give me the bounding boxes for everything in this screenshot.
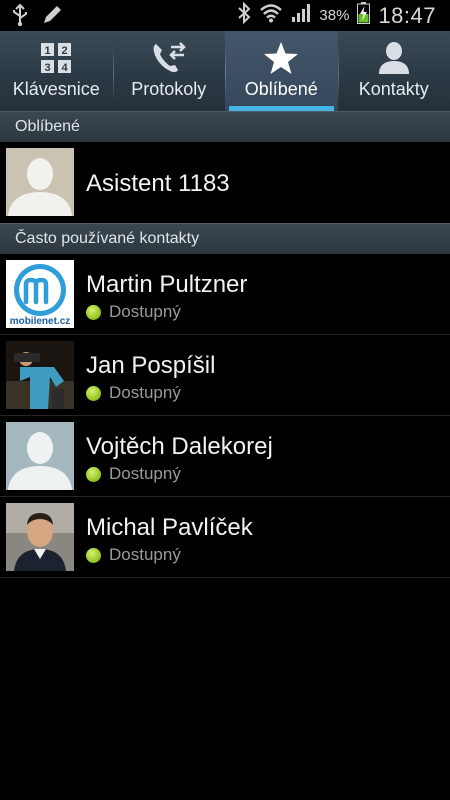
wifi-icon <box>259 3 283 28</box>
contact-name: Michal Pavlíček <box>86 514 253 541</box>
available-icon <box>86 466 101 482</box>
svg-text:2: 2 <box>62 45 68 57</box>
presence-status: Dostupný <box>86 383 181 403</box>
presence-status: Dostupný <box>86 464 181 484</box>
tab-call-log[interactable]: Protokoly <box>112 31 226 111</box>
status-bar: 38% 18:47 <box>0 0 450 31</box>
tab-label: Oblíbené <box>244 79 318 99</box>
mobilenet-logo-text: mobilenet.cz <box>10 316 71 327</box>
avatar <box>6 422 74 490</box>
presence-status: Dostupný <box>86 302 181 322</box>
tab-label: Kontakty <box>358 79 429 99</box>
status-text: Dostupný <box>109 545 181 564</box>
tab-bar: 1 2 3 4 Klávesnice Protokoly Oblíbené Ko… <box>0 31 450 111</box>
avatar <box>6 503 74 571</box>
person-icon <box>377 41 411 75</box>
section-header-favorites: Oblíbené <box>0 111 450 142</box>
available-icon <box>86 547 101 563</box>
list-item[interactable]: Michal Pavlíček Dostupný <box>0 497 450 578</box>
battery-percent: 38% <box>319 7 350 24</box>
list-item[interactable]: Asistent 1183 <box>0 142 450 222</box>
avatar <box>6 148 74 216</box>
keypad-icon: 1 2 3 4 <box>40 41 72 75</box>
contact-name: Vojtěch Dalekorej <box>86 433 273 460</box>
list-item[interactable]: mobilenet.cz Martin Pultzner Dostupný <box>0 254 450 335</box>
available-icon <box>86 304 101 320</box>
tab-favorites[interactable]: Oblíbené <box>225 31 338 111</box>
contact-name: Martin Pultzner <box>86 271 248 298</box>
svg-text:3: 3 <box>45 62 51 74</box>
tab-contacts[interactable]: Kontakty <box>337 31 450 111</box>
tab-label: Protokoly <box>131 79 207 99</box>
list-item[interactable]: Jan Pospíšil Dostupný <box>0 335 450 416</box>
call-log-icon <box>151 41 187 75</box>
list-item[interactable]: Vojtěch Dalekorej Dostupný <box>0 416 450 497</box>
signal-icon <box>291 3 311 28</box>
svg-text:1: 1 <box>45 45 51 57</box>
status-text: Dostupný <box>109 302 181 321</box>
svg-text:4: 4 <box>62 62 69 74</box>
tab-keypad[interactable]: 1 2 3 4 Klávesnice <box>0 31 113 111</box>
pencil-icon <box>40 3 64 32</box>
presence-status: Dostupný <box>86 545 181 565</box>
contact-name: Asistent 1183 <box>86 170 230 197</box>
star-icon <box>263 41 299 75</box>
status-text: Dostupný <box>109 464 181 483</box>
tab-label: Klávesnice <box>12 79 100 99</box>
usb-icon <box>10 3 30 32</box>
bluetooth-icon <box>237 1 251 29</box>
avatar: mobilenet.cz <box>6 260 74 328</box>
section-header-frequent: Často používané kontakty <box>0 223 450 254</box>
available-icon <box>86 385 101 401</box>
contact-name: Jan Pospíšil <box>86 352 216 379</box>
status-text: Dostupný <box>109 383 181 402</box>
avatar <box>6 341 74 409</box>
battery-charging-icon <box>357 2 371 29</box>
clock: 18:47 <box>378 2 436 28</box>
